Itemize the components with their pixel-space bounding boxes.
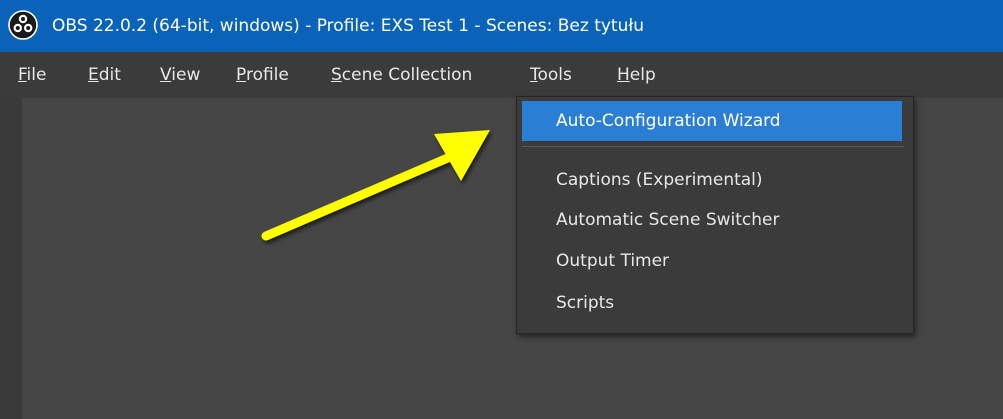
- menu-file-label: ile: [26, 65, 47, 85]
- menu-tools-label: ools: [537, 65, 572, 85]
- menu-help[interactable]: Help: [617, 52, 656, 98]
- menu-tools[interactable]: Tools: [530, 52, 572, 98]
- menu-profile[interactable]: Profile: [236, 52, 289, 98]
- menu-scene-collection-label: cene Collection: [341, 65, 473, 85]
- menu-file-mnemonic: F: [18, 65, 27, 85]
- title-bar: OBS 22.0.2 (64-bit, windows) - Profile: …: [0, 0, 1003, 52]
- menu-tools-mnemonic: T: [530, 65, 538, 85]
- menu-help-mnemonic: H: [617, 65, 630, 85]
- menu-item-automatic-scene-switcher[interactable]: Automatic Scene Switcher: [522, 200, 902, 240]
- menu-scene-collection-mnemonic: S: [331, 65, 342, 85]
- menu-item-captions[interactable]: Captions (Experimental): [522, 160, 902, 200]
- menu-help-label: elp: [629, 65, 656, 85]
- yellow-arrow-icon: [261, 130, 490, 241]
- menu-edit-label: dit: [98, 65, 121, 85]
- menu-view-mnemonic: V: [160, 65, 172, 85]
- menu-edit[interactable]: Edit: [88, 52, 121, 98]
- menu-file[interactable]: File: [18, 52, 46, 98]
- menu-view-label: iew: [171, 65, 201, 85]
- menu-bar: File Edit View Profile Scene Collection …: [0, 52, 1003, 98]
- obs-window: OBS 22.0.2 (64-bit, windows) - Profile: …: [0, 0, 1003, 419]
- window-title: OBS 22.0.2 (64-bit, windows) - Profile: …: [52, 16, 644, 36]
- menu-profile-mnemonic: P: [236, 65, 246, 85]
- menu-item-output-timer[interactable]: Output Timer: [522, 241, 902, 281]
- menu-edit-mnemonic: E: [88, 65, 99, 85]
- menu-separator: [522, 146, 904, 147]
- menu-item-auto-configuration-wizard[interactable]: Auto-Configuration Wizard: [522, 101, 902, 141]
- menu-scene-collection[interactable]: Scene Collection: [331, 52, 472, 98]
- menu-profile-label: rofile: [245, 65, 289, 85]
- menu-view[interactable]: View: [160, 52, 200, 98]
- left-edge-strip: [0, 98, 22, 419]
- menu-item-scripts[interactable]: Scripts: [522, 283, 902, 323]
- obs-logo-icon: [8, 10, 38, 40]
- tools-dropdown-menu: Auto-Configuration Wizard Captions (Expe…: [516, 96, 914, 334]
